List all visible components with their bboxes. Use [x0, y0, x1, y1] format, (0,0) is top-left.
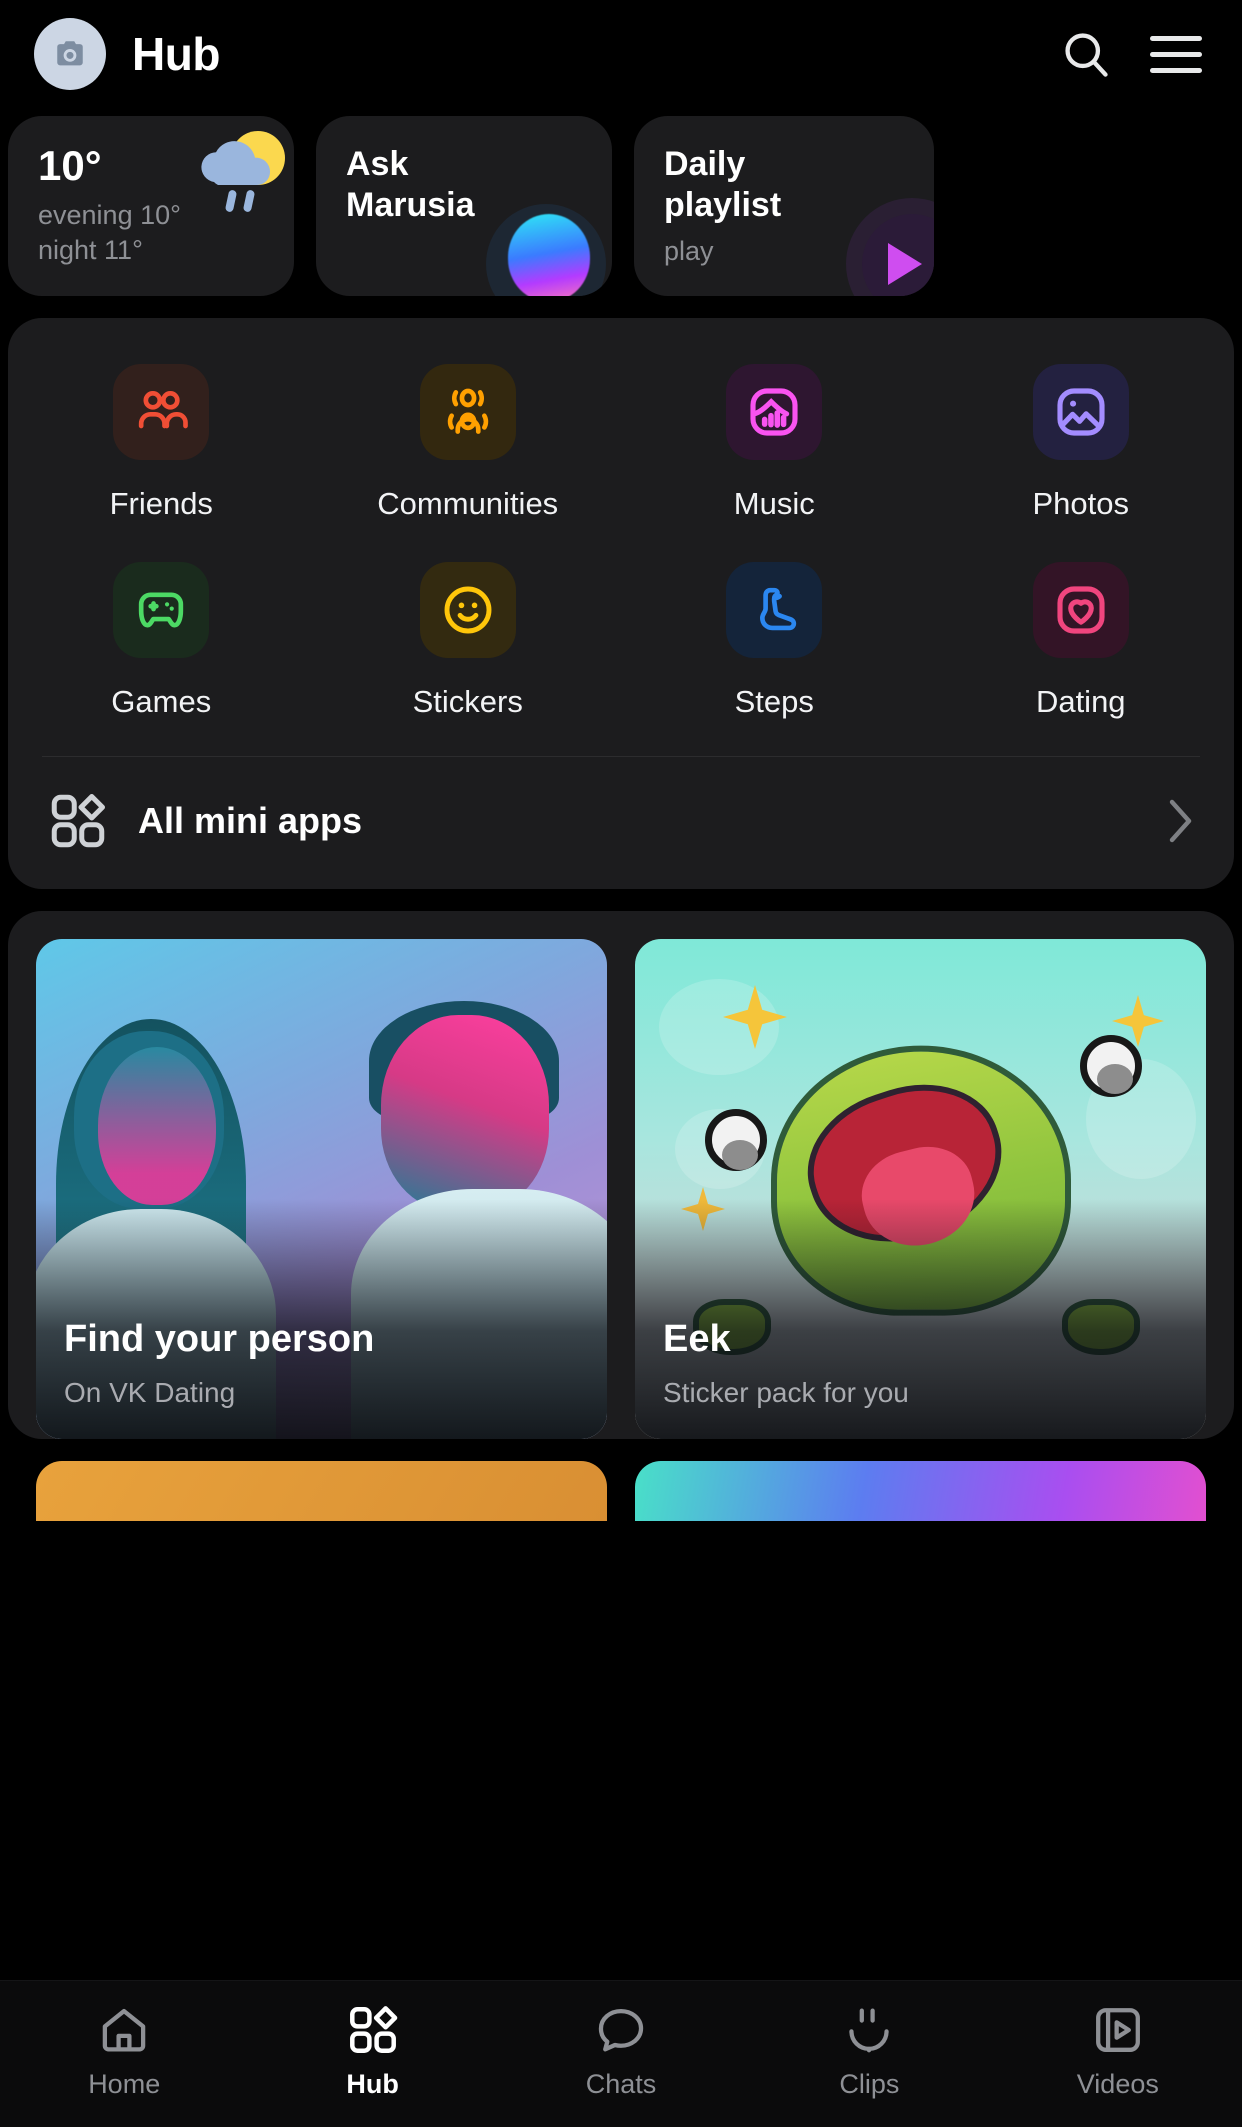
photos-tile-icon-bg — [1032, 364, 1129, 460]
nav-item-chats[interactable]: Chats — [497, 2003, 745, 2100]
photos-icon — [1057, 388, 1105, 436]
hub-icon — [349, 2006, 397, 2053]
search-button[interactable] — [1054, 22, 1118, 86]
mini-app-label: Stickers — [412, 684, 523, 719]
friends-tile-icon-bg — [113, 364, 210, 460]
mini-app-label: Games — [111, 684, 212, 719]
bottom-navigation-bar: Home Hub Chats Clips Videos — [0, 1980, 1242, 2127]
home-icon — [102, 2008, 146, 2052]
promo-card-stickers[interactable]: Eek Sticker pack for you — [635, 939, 1206, 1439]
clips-icon — [849, 2008, 890, 2053]
games-icon — [139, 592, 184, 628]
nav-label: Hub — [346, 2069, 399, 2099]
nav-item-hub[interactable]: Hub — [248, 2003, 496, 2100]
mini-apps-panel: Friends Communities Music Photos Games S… — [8, 318, 1234, 889]
nav-item-home[interactable]: Home — [0, 2003, 248, 2100]
all-mini-apps-label: All mini apps — [138, 800, 363, 841]
nav-label: Home — [88, 2069, 161, 2099]
promo-card-row: Find your person On VK Dating Eek Sticke… — [8, 911, 1234, 1439]
chats-icon — [598, 2008, 644, 2052]
music-icon — [750, 388, 798, 436]
mini-apps-grid-icon — [51, 794, 105, 848]
promo-card-peek-left[interactable] — [36, 1461, 607, 1521]
mini-app-label: Dating — [1035, 684, 1126, 719]
search-icon — [1065, 33, 1108, 77]
mini-app-photos[interactable]: Photos — [928, 352, 1235, 544]
music-tile-icon-bg — [726, 364, 823, 460]
stickers-icon — [444, 586, 492, 634]
dating-tile-icon-bg — [1032, 562, 1129, 658]
mini-app-music[interactable]: Music — [621, 352, 928, 544]
mini-app-label: Steps — [734, 684, 814, 719]
communities-tile-icon-bg — [419, 364, 516, 460]
stickers-tile-icon-bg — [419, 562, 516, 658]
mini-app-stickers[interactable]: Stickers — [315, 550, 622, 742]
avatar[interactable] — [34, 18, 106, 90]
mini-app-communities[interactable]: Communities — [315, 352, 622, 544]
mini-app-dating[interactable]: Dating — [928, 550, 1235, 742]
menu-button[interactable] — [1144, 22, 1208, 86]
friends-icon — [139, 391, 189, 429]
nav-label: Videos — [1076, 2069, 1159, 2099]
mini-app-label: Friends — [109, 486, 213, 521]
app-header: Hub — [0, 0, 1242, 108]
nav-label: Clips — [839, 2069, 900, 2099]
chevron-right-icon — [1169, 799, 1192, 843]
steps-tile-icon-bg — [726, 562, 823, 658]
dating-icon — [1057, 586, 1105, 634]
weather-widget[interactable]: 10° evening 10° night 11° — [8, 116, 294, 296]
mini-apps-grid: Friends Communities Music Photos Games S… — [8, 352, 1234, 742]
steps-icon — [760, 587, 797, 631]
mini-app-games[interactable]: Games — [8, 550, 315, 742]
mini-app-label: Music — [733, 486, 815, 521]
sun-behind-rain-cloud-icon — [201, 131, 285, 212]
mini-app-steps[interactable]: Steps — [621, 550, 928, 742]
playlist-title-line1: Daily — [664, 145, 746, 183]
mini-app-friends[interactable]: Friends — [8, 352, 315, 544]
promo-card-peek-right[interactable] — [635, 1461, 1206, 1521]
play-icon — [888, 243, 922, 285]
nav-item-videos[interactable]: Videos — [994, 2003, 1242, 2100]
promo-title: Eek — [663, 1318, 731, 1361]
videos-icon — [1095, 2008, 1140, 2052]
marusia-title-line1: Ask — [346, 145, 409, 183]
ask-marusia-widget[interactable]: Ask Marusia — [316, 116, 612, 296]
daily-playlist-widget[interactable]: Daily playlist play — [634, 116, 934, 296]
promo-subtitle: On VK Dating — [64, 1377, 236, 1408]
all-mini-apps-row[interactable]: All mini apps — [8, 757, 1234, 889]
communities-icon — [447, 388, 488, 434]
marusia-orb-icon — [508, 214, 590, 296]
widget-row: 10° evening 10° night 11° Ask Marusia Da… — [0, 116, 1242, 296]
sparkle-icon — [723, 985, 787, 1049]
next-promo-row-peek — [8, 1461, 1234, 1521]
weather-night: night 11° — [38, 234, 143, 265]
camera-icon — [57, 41, 83, 66]
page-title: Hub — [132, 28, 220, 80]
promo-card-dating[interactable]: Find your person On VK Dating — [36, 939, 607, 1439]
games-tile-icon-bg — [113, 562, 210, 658]
nav-item-clips[interactable]: Clips — [745, 2003, 993, 2100]
hamburger-menu-icon — [1150, 35, 1202, 73]
promo-subtitle: Sticker pack for you — [663, 1377, 909, 1408]
mini-app-label: Communities — [377, 486, 559, 521]
nav-label: Chats — [585, 2069, 657, 2099]
mini-app-label: Photos — [1032, 486, 1129, 521]
promo-title: Find your person — [64, 1318, 375, 1361]
